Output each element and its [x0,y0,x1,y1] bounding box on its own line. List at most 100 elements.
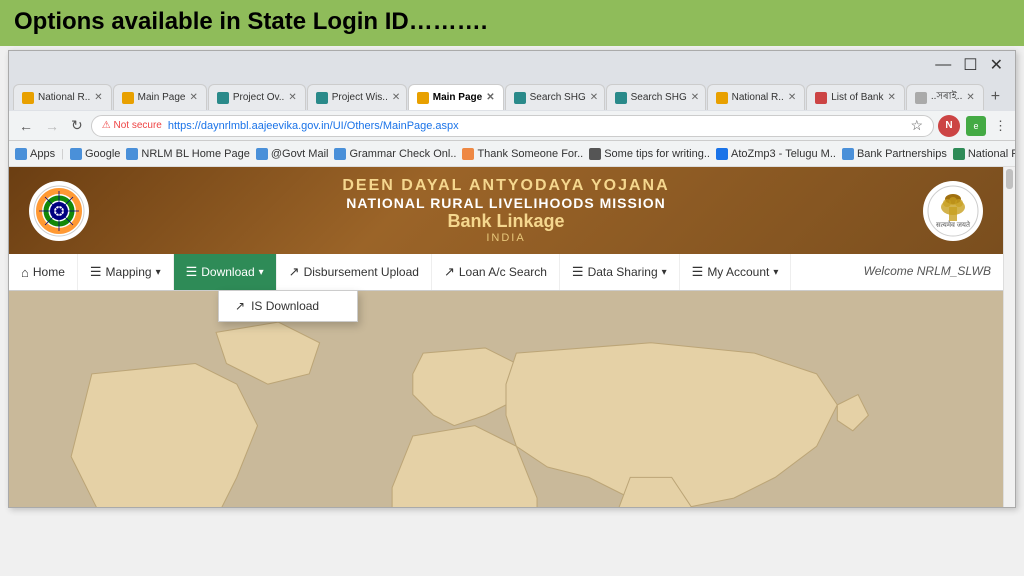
profile-icon[interactable]: N [938,115,960,137]
nrlm-title-line4: INDIA [89,232,923,244]
tab-label: National R.. [732,92,784,103]
tab-favicon [316,92,328,104]
reload-button[interactable]: ↻ [67,115,87,136]
nrlm-favicon [126,148,138,160]
maximize-button[interactable]: ☐ [957,53,983,77]
nav-download-label: Download [201,265,254,279]
thank-icon [462,148,474,160]
tab-close-icon[interactable]: ✕ [288,92,296,103]
tab-national-r1[interactable]: National R.. ✕ [13,84,112,110]
nav-data-sharing[interactable]: ☰ Data Sharing ▾ [560,254,680,290]
extension-icon[interactable]: e [966,116,986,136]
tab-close-icon[interactable]: ✕ [189,92,197,103]
bookmark-grammar[interactable]: Grammar Check Onl.. [334,148,456,160]
tab-favicon [122,92,134,104]
tab-project-ov[interactable]: Project Ov.. ✕ [208,84,306,110]
tab-search-shg2[interactable]: Search SHG ✕ [606,84,706,110]
disbursement-icon: ↗ [289,264,300,280]
url-text: https://daynrlmbl.aajeevika.gov.in/UI/Ot… [168,120,459,132]
dropdown-item-is-download[interactable]: ↗ IS Download [219,291,357,321]
tab-label: Project Ov.. [233,92,285,103]
top-banner: Options available in State Login ID………. [0,0,1024,46]
address-bar[interactable]: ⚠ Not secure https://daynrlmbl.aajeevika… [91,115,934,137]
bookmark-google[interactable]: Google [70,148,120,160]
nrlm-title-line2: NATIONAL RURAL LIVELIHOODS MISSION [89,195,923,211]
data-sharing-dropdown-arrow: ▾ [662,267,667,278]
tab-list-bank[interactable]: List of Bank ✕ [806,84,905,110]
bookmark-label: Grammar Check Onl.. [349,148,456,160]
bookmark-label: National Rural Liveli.. [968,148,1015,160]
bookmark-label: Apps [30,148,55,160]
bookmark-nrlm[interactable]: NRLM BL Home Page [126,148,249,160]
window-controls-bar: — ☐ ✕ [9,51,1015,79]
bookmark-bank[interactable]: Bank Partnerships [842,148,947,160]
bookmark-nrlm2[interactable]: National Rural Liveli.. [953,148,1015,160]
tab-close-icon[interactable]: ✕ [691,92,699,103]
nav-data-sharing-label: Data Sharing [588,265,658,279]
nrlm-title-line1: DEEN DAYAL ANTYODAYA YOJANA [89,177,923,195]
bookmark-star-icon[interactable]: ☆ [910,117,923,134]
welcome-text: Welcome NRLM_SLWB [852,254,1003,290]
tabs-bar: National R.. ✕ Main Page ✕ Project Ov.. … [9,79,1015,111]
tab-label: Search SHG [530,92,586,103]
nrlm-emblem-left-svg [33,185,85,237]
loan-search-icon: ↗ [444,264,455,280]
bookmark-atozmp3[interactable]: AtoZmp3 - Telugu M.. [716,148,836,160]
minimize-button[interactable]: — [929,54,957,76]
bookmark-label: @Govt Mail [271,148,329,160]
bookmark-label: Thank Someone For.. [477,148,583,160]
nav-disbursement[interactable]: ↗ Disbursement Upload [277,254,432,290]
website-content: DEEN DAYAL ANTYODAYA YOJANA NATIONAL RUR… [9,167,1003,507]
nav-mapping[interactable]: ☰ Mapping ▾ [78,254,174,290]
tab-favicon [514,92,526,104]
tab-close-icon[interactable]: ✕ [94,92,102,103]
nav-home[interactable]: ⌂ Home [9,254,78,290]
tab-favicon [915,92,927,104]
tab-favicon [217,92,229,104]
bookmark-tips[interactable]: Some tips for writing.. [589,148,710,160]
new-tab-button[interactable]: + [985,88,1006,106]
tab-project-wis[interactable]: Project Wis.. ✕ [307,84,407,110]
tab-label: List of Bank [831,92,883,103]
tab-favicon [22,92,34,104]
nav-bar: ⌂ Home ☰ Mapping ▾ ☰ Download ▾ ↗ Disbur… [9,254,1003,291]
bookmark-label: Bank Partnerships [857,148,947,160]
my-account-dropdown-arrow: ▾ [773,267,778,278]
tab-close-icon[interactable]: ✕ [392,92,400,103]
bookmark-govtmail[interactable]: @Govt Mail [256,148,329,160]
data-sharing-icon: ☰ [572,264,584,280]
nav-download[interactable]: ☰ Download ▾ [174,254,277,290]
tab-close-icon[interactable]: ✕ [888,92,896,103]
nav-mapping-label: Mapping [106,265,152,279]
bookmark-apps[interactable]: Apps [15,148,55,160]
tab-close-icon[interactable]: ✕ [486,92,494,103]
scrollbar-thumb[interactable] [1006,169,1013,189]
bookmark-thank[interactable]: Thank Someone For.. [462,148,583,160]
address-bar-row: ← → ↻ ⚠ Not secure https://daynrlmbl.aaj… [9,111,1015,141]
nav-loan-search[interactable]: ↗ Loan A/c Search [432,254,560,290]
scrollbar-track[interactable] [1003,167,1015,507]
tab-close-icon[interactable]: ✕ [788,92,796,103]
nrlm2-icon [953,148,965,160]
tab-sarai[interactable]: ..সৰাই.. ✕ [906,84,984,110]
tab-close-icon[interactable]: ✕ [590,92,598,103]
tab-search-shg1[interactable]: Search SHG ✕ [505,84,605,110]
tab-main-page1[interactable]: Main Page ✕ [113,84,207,110]
download-dropdown-arrow: ▾ [259,267,264,278]
world-map-area [9,291,1003,507]
world-map-svg [9,291,1003,507]
more-options-button[interactable]: ⋮ [992,116,1009,136]
tab-label: Main Page [138,92,186,103]
tab-favicon [615,92,627,104]
tab-close-icon[interactable]: ✕ [966,92,974,103]
back-button[interactable]: ← [15,116,37,136]
nav-my-account[interactable]: ☰ My Account ▾ [680,254,792,290]
close-button[interactable]: ✕ [984,53,1009,77]
nav-home-label: Home [33,265,65,279]
forward-button[interactable]: → [41,116,63,136]
page-content-area: DEEN DAYAL ANTYODAYA YOJANA NATIONAL RUR… [9,167,1015,507]
tab-main-page-active[interactable]: Main Page ✕ [408,84,504,110]
bookmark-label: Google [85,148,120,160]
mapping-dropdown-arrow: ▾ [156,267,161,278]
tab-national-r2[interactable]: National R.. ✕ [707,84,806,110]
